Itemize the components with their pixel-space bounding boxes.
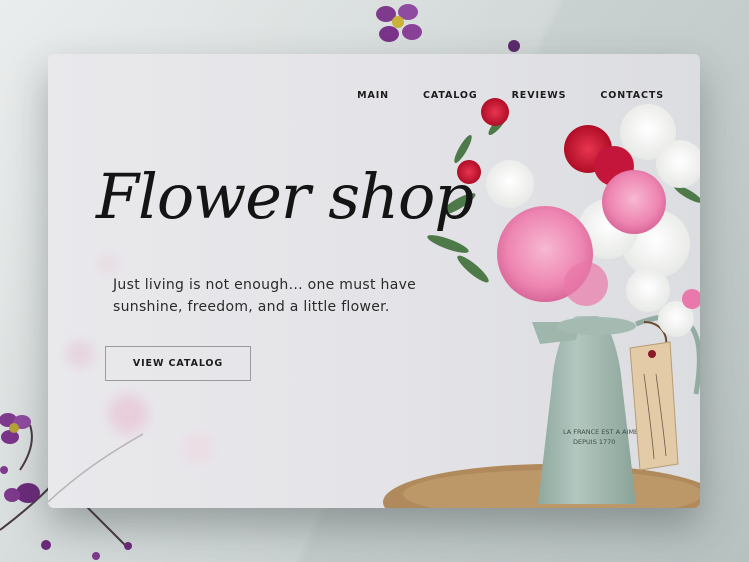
nav-contacts[interactable]: CONTACTS — [600, 90, 664, 101]
nav-main[interactable]: MAIN — [357, 90, 389, 101]
nav-reviews[interactable]: REVIEWS — [512, 90, 567, 101]
hero-card: LA FRANCE EST A AIMER DEPUIS 1770 MAIN C… — [48, 54, 700, 508]
jug-text-2: DEPUIS 1770 — [573, 438, 615, 446]
tagline: Just living is not enough... one must ha… — [113, 277, 417, 315]
page-title: Flower shop — [96, 160, 474, 233]
main-nav: MAIN CATALOG REVIEWS CONTACTS — [323, 90, 664, 101]
jug-text-1: LA FRANCE EST A AIMER — [563, 428, 643, 436]
view-catalog-button[interactable]: VIEW CATALOG — [105, 346, 251, 381]
nav-catalog[interactable]: CATALOG — [423, 90, 478, 101]
